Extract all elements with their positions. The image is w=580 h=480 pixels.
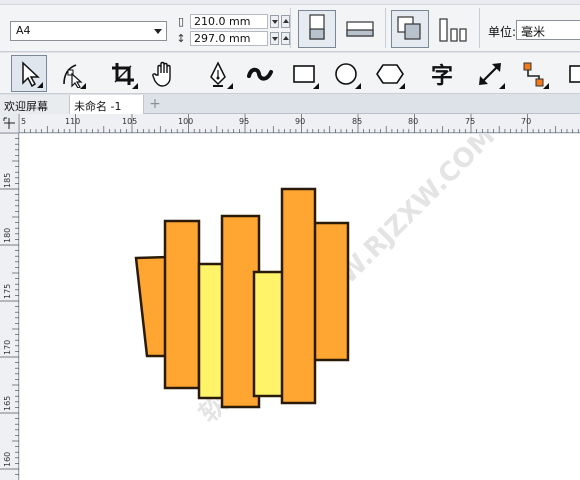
flyout-arrow-icon bbox=[132, 83, 138, 89]
hruler-label: 105 bbox=[122, 117, 137, 126]
text-glyph-icon: 字 bbox=[430, 63, 453, 89]
hruler-label: 110 bbox=[65, 117, 80, 126]
vruler-label: 185 bbox=[3, 173, 12, 188]
page-width-field[interactable]: 210.0 mm bbox=[190, 13, 268, 29]
hand-icon bbox=[152, 61, 171, 87]
rectangle-tool[interactable] bbox=[286, 55, 322, 92]
pen-tool[interactable] bbox=[200, 55, 236, 92]
flyout-arrow-icon bbox=[543, 83, 549, 89]
pan-tool[interactable] bbox=[146, 55, 182, 92]
crop-tool[interactable] bbox=[105, 55, 141, 92]
tab-welcome-screen[interactable]: 欢迎屏幕 bbox=[0, 95, 70, 114]
chevron-down-icon bbox=[154, 29, 162, 34]
pick-tool[interactable] bbox=[11, 55, 47, 92]
hruler-label: 100 bbox=[178, 117, 193, 126]
vertical-ruler-ticks: 185 180 175 170 165 160 bbox=[0, 133, 19, 475]
page-bars-icon bbox=[439, 18, 467, 42]
flyout-arrow-icon bbox=[80, 83, 86, 89]
property-bar: A4 ▯ 210.0 mm ↕ 297.0 mm 单位: 毫米 bbox=[0, 0, 580, 52]
flyout-arrow-icon bbox=[227, 83, 233, 89]
separator bbox=[385, 8, 386, 48]
horizontal-ruler[interactable]: 5 110 105 100 95 90 85 80 75 70 bbox=[19, 114, 580, 133]
tab-document[interactable]: 未命名 -1 bbox=[70, 95, 144, 114]
multi-page-icon bbox=[397, 16, 421, 40]
ruler-origin[interactable] bbox=[0, 114, 19, 133]
units-dropdown[interactable]: 毫米 bbox=[516, 20, 580, 40]
separator bbox=[479, 8, 480, 48]
flyout-arrow-icon bbox=[355, 83, 361, 89]
orange-bar-2[interactable] bbox=[163, 219, 201, 390]
text-tool[interactable]: 字 bbox=[424, 55, 460, 92]
hruler-label: 80 bbox=[408, 117, 418, 126]
separator bbox=[290, 8, 291, 48]
artistic-media-tool[interactable] bbox=[242, 55, 278, 92]
menu-bar-edge bbox=[0, 0, 580, 5]
vruler-label: 160 bbox=[3, 452, 12, 467]
add-tab-button[interactable]: + bbox=[146, 97, 164, 112]
ellipse-tool[interactable] bbox=[328, 55, 364, 92]
hruler-label: 90 bbox=[295, 117, 305, 126]
all-pages-button[interactable] bbox=[391, 10, 429, 48]
units-value: 毫米 bbox=[521, 25, 546, 39]
connector-tool[interactable] bbox=[516, 55, 552, 92]
portrait-orientation-button[interactable] bbox=[298, 10, 336, 48]
horizontal-ruler-ticks: 5 110 105 100 95 90 85 80 75 70 bbox=[19, 114, 579, 133]
paper-size-value: A4 bbox=[16, 24, 31, 37]
hruler-label: 75 bbox=[465, 117, 475, 126]
landscape-orientation-button[interactable] bbox=[340, 10, 380, 48]
units-label: 单位: bbox=[488, 25, 517, 39]
polygon-tool[interactable] bbox=[372, 55, 408, 92]
width-row: ▯ 210.0 mm bbox=[174, 13, 290, 29]
hruler-label: 95 bbox=[239, 117, 249, 126]
vertical-ruler[interactable]: 185 180 175 170 165 160 bbox=[0, 133, 19, 480]
paper-size-dropdown[interactable]: A4 bbox=[10, 21, 167, 41]
vruler-label: 165 bbox=[3, 396, 12, 411]
drop-shadow-icon bbox=[569, 64, 580, 83]
width-decrement-button[interactable] bbox=[270, 14, 279, 28]
interactive-tool[interactable] bbox=[562, 55, 580, 92]
shape-tool[interactable] bbox=[53, 55, 89, 92]
width-increment-button[interactable] bbox=[281, 14, 290, 28]
dimension-tool[interactable] bbox=[472, 55, 508, 92]
page-height-field[interactable]: 297.0 mm bbox=[190, 30, 268, 46]
orange-bar-left-trapezoid[interactable] bbox=[134, 255, 170, 358]
page-width-icon: ▯ bbox=[177, 14, 185, 28]
current-page-button[interactable] bbox=[433, 10, 473, 48]
portrait-page-icon bbox=[309, 14, 325, 40]
hruler-label: 85 bbox=[352, 117, 362, 126]
flyout-arrow-icon bbox=[399, 83, 405, 89]
hruler-label: 70 bbox=[521, 117, 531, 126]
crosshair-icon bbox=[3, 117, 15, 129]
vruler-label: 175 bbox=[3, 284, 12, 299]
curve-stroke-icon bbox=[247, 67, 273, 81]
height-increment-button[interactable] bbox=[281, 31, 290, 45]
document-tabs: 欢迎屏幕 未命名 -1 + bbox=[0, 95, 580, 114]
landscape-page-icon bbox=[346, 21, 374, 37]
orange-bar-5[interactable] bbox=[312, 221, 350, 362]
height-row: ↕ 297.0 mm bbox=[174, 30, 290, 46]
drawing-area: 软件自学网 WWW.RJZXW.COM bbox=[134, 134, 501, 429]
page-height-icon: ↕ bbox=[176, 31, 186, 45]
vruler-label: 170 bbox=[3, 340, 12, 355]
vruler-label: 180 bbox=[3, 228, 12, 243]
hruler-label: 5 bbox=[21, 117, 26, 126]
toolbox: 字 bbox=[0, 53, 580, 94]
flyout-arrow-icon bbox=[37, 82, 43, 88]
flyout-arrow-icon bbox=[499, 83, 505, 89]
orange-bar-4[interactable] bbox=[280, 187, 317, 405]
drawing-canvas[interactable]: 软件自学网 WWW.RJZXW.COM bbox=[20, 134, 580, 480]
flyout-arrow-icon bbox=[313, 83, 319, 89]
height-decrement-button[interactable] bbox=[270, 31, 279, 45]
